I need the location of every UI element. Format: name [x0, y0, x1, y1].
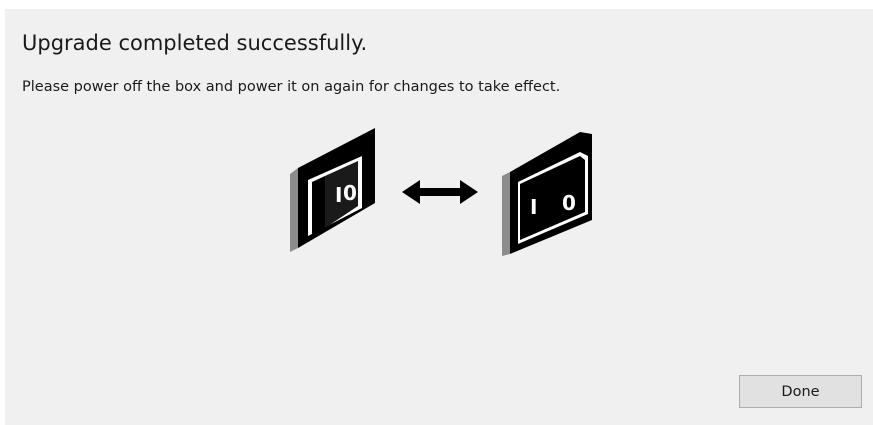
double-headed-arrow-icon [402, 180, 478, 204]
dialog-title: Upgrade completed successfully. [22, 31, 368, 55]
upgrade-dialog: Upgrade completed successfully. Please p… [5, 9, 873, 425]
rocker-switch-on-icon: I 0 [502, 132, 592, 256]
svg-text:0: 0 [343, 181, 357, 205]
rocker-switch-off-icon: I 0 [290, 128, 375, 252]
svg-text:I: I [530, 195, 537, 219]
done-button[interactable]: Done [739, 375, 862, 408]
power-cycle-illustration: I 0 I 0 [290, 128, 592, 256]
svg-text:0: 0 [562, 191, 576, 215]
svg-text:I: I [335, 183, 342, 207]
dialog-message: Please power off the box and power it on… [22, 79, 561, 95]
